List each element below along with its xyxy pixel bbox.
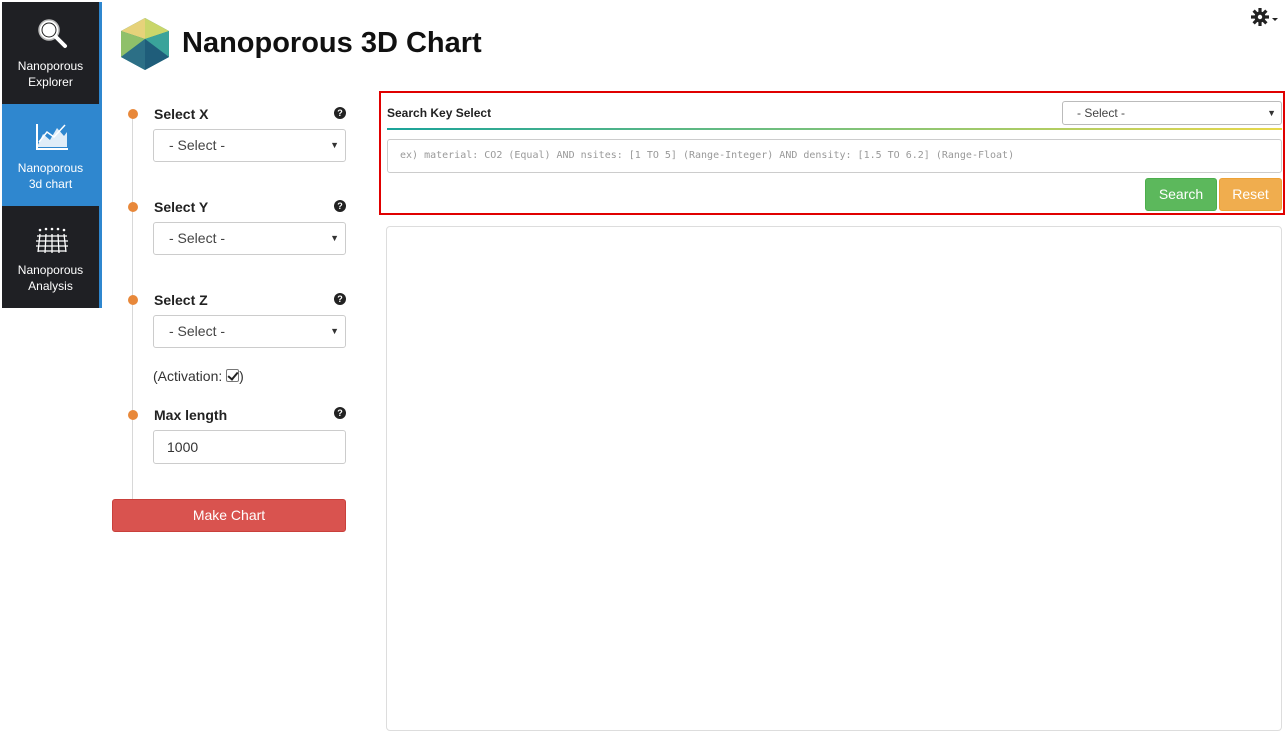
divider	[387, 128, 1282, 130]
nav-item-label: Nanoporous	[17, 59, 84, 73]
reset-button[interactable]: Reset	[1219, 178, 1282, 211]
area-chart-icon	[36, 124, 68, 150]
make-chart-button[interactable]: Make Chart	[112, 499, 346, 532]
activation-suffix: )	[239, 368, 244, 384]
nav-divider	[99, 2, 102, 308]
select-x-dropdown[interactable]: - Select - ▼	[153, 129, 346, 162]
activation-checkbox[interactable]	[226, 369, 240, 382]
help-icon[interactable]: ?	[334, 107, 346, 119]
search-button[interactable]: Search	[1145, 178, 1217, 211]
select-z-value: - Select -	[169, 323, 226, 339]
help-icon[interactable]: ?	[334, 407, 346, 419]
activation-label: (Activation:	[153, 368, 223, 384]
sidebar-nav: Nanoporous Explorer Nanoporous 3d chart …	[2, 2, 102, 308]
select-y-label: Select Y	[154, 199, 209, 215]
nav-item-analysis[interactable]: Nanoporous Analysis	[2, 206, 102, 308]
caret-down-icon: ▼	[1267, 108, 1276, 118]
caret-down-icon	[1272, 18, 1278, 21]
surface-grid-icon	[36, 227, 68, 254]
max-length-label: Max length	[154, 407, 228, 423]
timeline-dot	[128, 202, 138, 212]
select-z-dropdown[interactable]: - Select - ▼	[153, 315, 346, 348]
caret-down-icon: ▼	[330, 140, 339, 150]
nav-item-sublabel: 3d chart	[28, 177, 73, 191]
gear-icon[interactable]	[1250, 7, 1280, 27]
help-icon[interactable]: ?	[334, 293, 346, 305]
nav-item-sublabel: Analysis	[28, 279, 73, 293]
nav-item-label: Nanoporous	[17, 263, 84, 277]
select-x-value: - Select -	[169, 137, 226, 153]
help-icon[interactable]: ?	[334, 200, 346, 212]
nav-item-sublabel: Explorer	[28, 75, 73, 89]
timeline-dot	[128, 109, 138, 119]
search-key-value: - Select -	[1077, 106, 1126, 120]
nav-item-3d-chart[interactable]: Nanoporous 3d chart	[2, 104, 102, 206]
caret-down-icon: ▼	[330, 326, 339, 336]
timeline-line	[132, 114, 133, 499]
select-z-label: Select Z	[154, 292, 208, 308]
search-query-input[interactable]: ex) material: CO2 (Equal) AND nsites: [1…	[387, 139, 1282, 173]
nav-item-explorer[interactable]: Nanoporous Explorer	[2, 2, 102, 104]
search-key-label: Search Key Select	[387, 106, 492, 120]
max-length-input[interactable]: 1000	[153, 430, 346, 464]
activation-row: (Activation: )	[153, 368, 244, 384]
nav-item-label: Nanoporous	[17, 161, 84, 175]
page-title: Nanoporous 3D Chart	[182, 27, 482, 59]
app-logo	[121, 18, 169, 70]
magnifier-icon	[38, 19, 67, 48]
search-panel: Search Key Select - Select - ▼ ex) mater…	[379, 91, 1285, 215]
timeline-dot	[128, 410, 138, 420]
select-y-dropdown[interactable]: - Select - ▼	[153, 222, 346, 255]
select-x-label: Select X	[154, 106, 209, 122]
select-y-value: - Select -	[169, 230, 226, 246]
search-key-dropdown[interactable]: - Select - ▼	[1062, 101, 1282, 125]
timeline-dot	[128, 295, 138, 305]
caret-down-icon: ▼	[330, 233, 339, 243]
chart-canvas[interactable]	[386, 226, 1282, 731]
